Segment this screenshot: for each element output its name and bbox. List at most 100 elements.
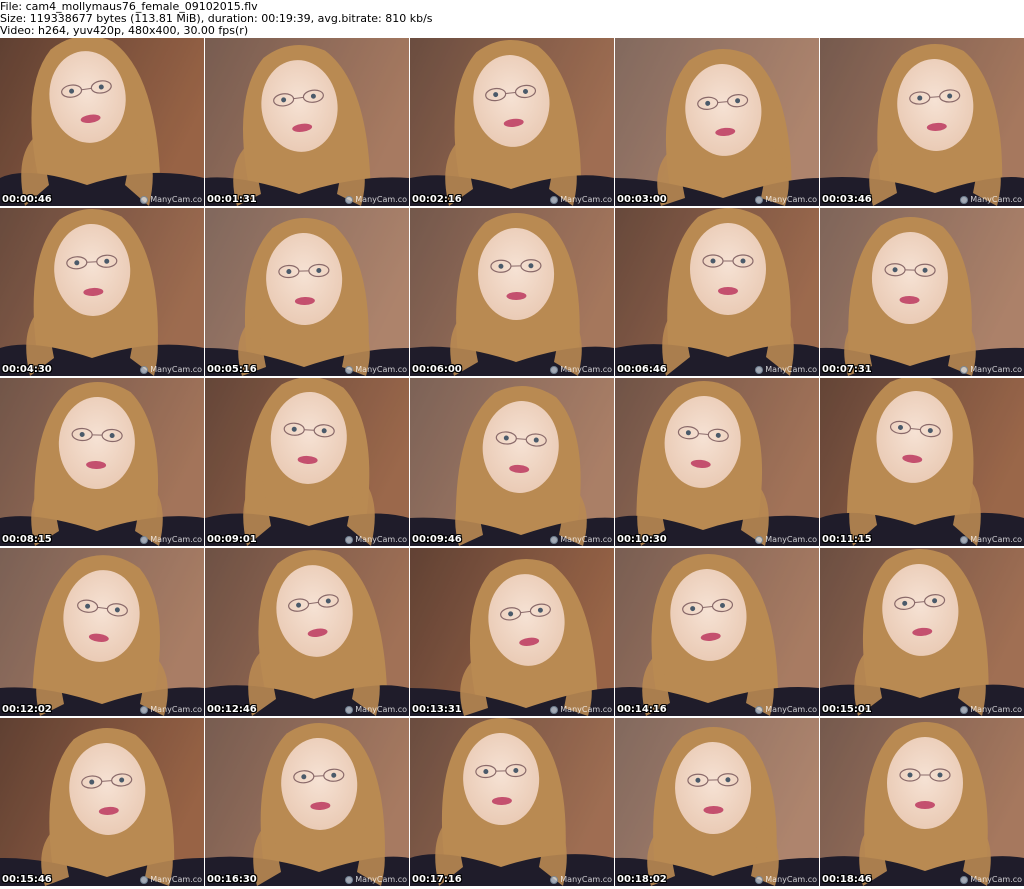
watermark: ManyCam.co	[550, 365, 612, 374]
watermark: ManyCam.co	[755, 195, 817, 204]
manycam-logo-icon	[140, 535, 149, 544]
webcam-frame-image	[615, 548, 819, 716]
manycam-logo-icon	[755, 875, 764, 884]
thumbnail-grid: 00:00:46 ManyCam.co 00:01:31 ManyCam.co 00:0…	[0, 38, 1024, 889]
video-thumbnail: 00:15:01 ManyCam.co	[820, 548, 1024, 716]
video-thumbnail: 00:05:16 ManyCam.co	[205, 208, 409, 376]
manycam-logo-icon	[140, 705, 149, 714]
video-thumbnail: 00:04:30 ManyCam.co	[0, 208, 204, 376]
watermark: ManyCam.co	[140, 705, 202, 714]
webcam-frame-image	[205, 548, 409, 716]
thumbnail-timestamp: 00:18:02	[617, 874, 667, 885]
thumbnail-timestamp: 00:02:16	[412, 194, 462, 205]
webcam-frame-image	[615, 378, 819, 546]
manycam-logo-icon	[755, 365, 764, 374]
watermark-text: ManyCam.co	[355, 705, 407, 714]
manycam-logo-icon	[345, 365, 354, 374]
manycam-logo-icon	[140, 365, 149, 374]
watermark: ManyCam.co	[960, 535, 1022, 544]
watermark-text: ManyCam.co	[150, 875, 202, 884]
thumbnail-timestamp: 00:03:46	[822, 194, 872, 205]
webcam-frame-image	[410, 718, 614, 886]
watermark-text: ManyCam.co	[970, 535, 1022, 544]
webcam-frame-image	[820, 38, 1024, 206]
manycam-logo-icon	[550, 875, 559, 884]
video-thumbnail: 00:10:30 ManyCam.co	[615, 378, 819, 546]
thumbnail-timestamp: 00:09:46	[412, 534, 462, 545]
video-info-line: Video: h264, yuv420p, 480x400, 30.00 fps…	[0, 25, 249, 37]
video-thumbnail: 00:16:30 ManyCam.co	[205, 718, 409, 886]
webcam-frame-image	[0, 548, 204, 716]
video-thumbnail: 00:02:16 ManyCam.co	[410, 38, 614, 206]
webcam-frame-image	[205, 718, 409, 886]
watermark-text: ManyCam.co	[970, 195, 1022, 204]
manycam-logo-icon	[345, 705, 354, 714]
video-thumbnail: 00:18:02 ManyCam.co	[615, 718, 819, 886]
manycam-logo-icon	[960, 875, 969, 884]
watermark: ManyCam.co	[345, 875, 407, 884]
manycam-logo-icon	[345, 535, 354, 544]
watermark-text: ManyCam.co	[970, 705, 1022, 714]
watermark-text: ManyCam.co	[355, 875, 407, 884]
thumbnail-timestamp: 00:12:46	[207, 704, 257, 715]
video-thumbnail: 00:15:46 ManyCam.co	[0, 718, 204, 886]
manycam-logo-icon	[960, 365, 969, 374]
watermark-text: ManyCam.co	[765, 195, 817, 204]
watermark-text: ManyCam.co	[765, 365, 817, 374]
video-thumbnail: 00:06:00 ManyCam.co	[410, 208, 614, 376]
watermark: ManyCam.co	[345, 705, 407, 714]
watermark-text: ManyCam.co	[560, 365, 612, 374]
manycam-logo-icon	[755, 705, 764, 714]
manycam-logo-icon	[755, 535, 764, 544]
video-thumbnail: 00:06:46 ManyCam.co	[615, 208, 819, 376]
thumbnail-timestamp: 00:04:30	[2, 364, 52, 375]
watermark: ManyCam.co	[550, 705, 612, 714]
thumbnail-timestamp: 00:17:16	[412, 874, 462, 885]
thumbnail-timestamp: 00:11:15	[822, 534, 872, 545]
watermark: ManyCam.co	[755, 875, 817, 884]
thumbnail-timestamp: 00:08:15	[2, 534, 52, 545]
video-thumbnail: 00:08:15 ManyCam.co	[0, 378, 204, 546]
manycam-logo-icon	[550, 365, 559, 374]
manycam-logo-icon	[140, 195, 149, 204]
thumbnail-timestamp: 00:06:00	[412, 364, 462, 375]
watermark: ManyCam.co	[140, 875, 202, 884]
manycam-logo-icon	[960, 535, 969, 544]
watermark-text: ManyCam.co	[150, 535, 202, 544]
watermark-text: ManyCam.co	[355, 535, 407, 544]
watermark-text: ManyCam.co	[150, 705, 202, 714]
video-thumbnail: 00:18:46 ManyCam.co	[820, 718, 1024, 886]
webcam-frame-image	[0, 208, 204, 376]
watermark: ManyCam.co	[550, 535, 612, 544]
watermark-text: ManyCam.co	[560, 705, 612, 714]
file-info-header: File: cam4_mollymaus76_female_09102015.f…	[0, 0, 1024, 38]
webcam-frame-image	[205, 208, 409, 376]
webcam-frame-image	[820, 208, 1024, 376]
watermark-text: ManyCam.co	[355, 195, 407, 204]
file-name-line: File: cam4_mollymaus76_female_09102015.f…	[0, 1, 258, 13]
video-thumbnail: 00:01:31 ManyCam.co	[205, 38, 409, 206]
video-thumbnail: 00:17:16 ManyCam.co	[410, 718, 614, 886]
webcam-frame-image	[205, 38, 409, 206]
manycam-logo-icon	[755, 195, 764, 204]
video-thumbnail: 00:03:46 ManyCam.co	[820, 38, 1024, 206]
thumbnail-timestamp: 00:16:30	[207, 874, 257, 885]
thumbnail-timestamp: 00:13:31	[412, 704, 462, 715]
thumbnail-timestamp: 00:14:16	[617, 704, 667, 715]
webcam-frame-image	[205, 378, 409, 546]
webcam-frame-image	[615, 208, 819, 376]
webcam-frame-image	[0, 38, 204, 206]
webcam-frame-image	[410, 548, 614, 716]
thumbnail-timestamp: 00:09:01	[207, 534, 257, 545]
manycam-logo-icon	[960, 705, 969, 714]
watermark-text: ManyCam.co	[765, 875, 817, 884]
watermark: ManyCam.co	[140, 535, 202, 544]
webcam-frame-image	[820, 548, 1024, 716]
thumbnail-timestamp: 00:01:31	[207, 194, 257, 205]
video-thumbnail: 00:09:01 ManyCam.co	[205, 378, 409, 546]
webcam-frame-image	[820, 378, 1024, 546]
video-thumbnail: 00:14:16 ManyCam.co	[615, 548, 819, 716]
watermark: ManyCam.co	[550, 195, 612, 204]
manycam-logo-icon	[345, 195, 354, 204]
video-thumbnail: 00:13:31 ManyCam.co	[410, 548, 614, 716]
